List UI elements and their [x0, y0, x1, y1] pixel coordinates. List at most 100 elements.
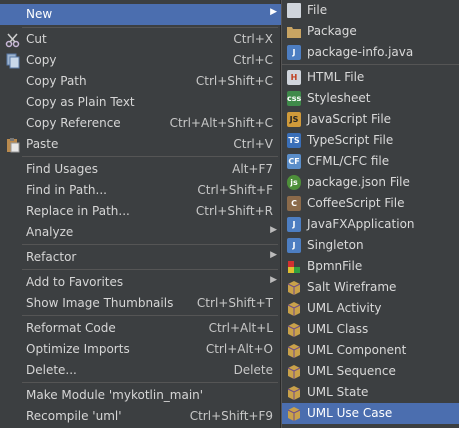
- shortcut-text: Ctrl+Alt+L: [208, 321, 273, 335]
- submenu-item-label: CFML/CFC file: [307, 154, 390, 168]
- menu-item-find-usages[interactable]: Find Usages Alt+F7: [0, 159, 281, 180]
- submenu-item-label: UML Use Case: [307, 406, 393, 420]
- menu-item-analyze[interactable]: Analyze ▶: [0, 222, 281, 243]
- menu-separator: [22, 269, 278, 270]
- menu-item-copy-plain-text[interactable]: Copy as Plain Text: [0, 92, 281, 113]
- submenu-item-package[interactable]: Package: [282, 21, 459, 42]
- submenu-item-singleton[interactable]: J Singleton: [282, 235, 459, 256]
- menu-item-label: Make Module 'mykotlin_main': [26, 388, 204, 402]
- menu-item-copy-reference[interactable]: Copy Reference Ctrl+Alt+Shift+C: [0, 113, 281, 134]
- menu-item-label: Analyze: [26, 225, 74, 239]
- submenu-item-bpmn-file[interactable]: BpmnFile: [282, 256, 459, 277]
- uml-box-icon: [287, 343, 301, 358]
- new-submenu: File Package J package-info.java H HTML …: [281, 0, 459, 428]
- submenu-item-javafx-application[interactable]: J JavaFXApplication: [282, 214, 459, 235]
- submenu-item-cfml-file[interactable]: CF CFML/CFC file: [282, 151, 459, 172]
- menu-item-refactor[interactable]: Refactor ▶: [0, 247, 281, 268]
- menu-item-label: Copy: [26, 53, 57, 67]
- menu-separator: [22, 382, 278, 383]
- typescript-file-icon: TS: [287, 133, 301, 148]
- submenu-item-label: Singleton: [307, 238, 364, 252]
- menu-item-copy-path[interactable]: Copy Path Ctrl+Shift+C: [0, 71, 281, 92]
- menu-item-make-module[interactable]: Make Module 'mykotlin_main': [0, 385, 281, 406]
- shortcut-text: Ctrl+Shift+C: [195, 74, 273, 88]
- uml-box-icon: [287, 406, 301, 421]
- menu-item-label: Paste: [26, 137, 59, 151]
- submenu-item-uml-sequence[interactable]: UML Sequence: [282, 361, 459, 382]
- submenu-item-uml-state[interactable]: UML State: [282, 382, 459, 403]
- menu-item-label: Copy Reference: [26, 116, 121, 130]
- submenu-item-label: UML Class: [307, 322, 369, 336]
- menu-item-show-image-thumbnails[interactable]: Show Image Thumbnails Ctrl+Shift+T: [0, 293, 281, 314]
- submenu-item-uml-class[interactable]: UML Class: [282, 319, 459, 340]
- menu-item-label: Copy Path: [26, 74, 87, 88]
- menu-item-find-in-path[interactable]: Find in Path... Ctrl+Shift+F: [0, 180, 281, 201]
- shortcut-text: Ctrl+Shift+F: [197, 183, 273, 197]
- menu-item-paste[interactable]: Paste Ctrl+V: [0, 134, 281, 155]
- submenu-item-uml-use-case[interactable]: UML Use Case: [282, 403, 459, 424]
- menu-item-replace-in-path[interactable]: Replace in Path... Ctrl+Shift+R: [0, 201, 281, 222]
- package-icon: [287, 24, 301, 39]
- bpmn-file-icon: [287, 259, 301, 274]
- shortcut-text: Delete: [233, 363, 273, 377]
- shortcut-text: Ctrl+Alt+O: [205, 342, 273, 356]
- submenu-item-package-json[interactable]: js package.json File: [282, 172, 459, 193]
- menu-item-optimize-imports[interactable]: Optimize Imports Ctrl+Alt+O: [0, 339, 281, 360]
- menu-item-add-to-favorites[interactable]: Add to Favorites ▶: [0, 272, 281, 293]
- submenu-item-label: package-info.java: [307, 45, 414, 59]
- menu-item-label: Show Image Thumbnails: [26, 296, 174, 310]
- shortcut-text: Ctrl+V: [233, 137, 273, 151]
- menu-separator: [282, 64, 459, 65]
- uml-box-icon: [287, 280, 301, 295]
- shortcut-text: Ctrl+Shift+R: [195, 204, 273, 218]
- menu-separator: [22, 156, 278, 157]
- submenu-item-label: HTML File: [307, 70, 365, 84]
- submenu-item-stylesheet[interactable]: css Stylesheet: [282, 88, 459, 109]
- submenu-item-label: Stylesheet: [307, 91, 371, 105]
- menu-item-label: Find in Path...: [26, 183, 107, 197]
- scissors-icon: [5, 32, 21, 48]
- menu-item-delete[interactable]: Delete... Delete: [0, 360, 281, 381]
- submenu-item-label: UML Sequence: [307, 364, 396, 378]
- menu-separator: [22, 27, 278, 28]
- submenu-item-uml-activity[interactable]: UML Activity: [282, 298, 459, 319]
- submenu-item-uml-component[interactable]: UML Component: [282, 340, 459, 361]
- submenu-item-salt-wireframe[interactable]: Salt Wireframe: [282, 277, 459, 298]
- menu-item-label: Delete...: [26, 363, 77, 377]
- menu-item-new[interactable]: New ▶: [0, 4, 281, 25]
- submenu-item-label: BpmnFile: [307, 259, 363, 273]
- menu-item-label: Replace in Path...: [26, 204, 130, 218]
- submenu-arrow-icon: ▶: [270, 275, 277, 285]
- submenu-item-html-file[interactable]: H HTML File: [282, 67, 459, 88]
- submenu-item-javascript-file[interactable]: JS JavaScript File: [282, 109, 459, 130]
- copy-icon: [5, 53, 21, 69]
- menu-item-label: Optimize Imports: [26, 342, 130, 356]
- file-icon: [287, 3, 301, 18]
- html-file-icon: H: [287, 70, 301, 85]
- uml-box-icon: [287, 385, 301, 400]
- submenu-item-label: JavaScript File: [307, 112, 392, 126]
- uml-box-icon: [287, 364, 301, 379]
- menu-item-label: Recompile 'uml': [26, 409, 122, 423]
- submenu-item-typescript-file[interactable]: TS TypeScript File: [282, 130, 459, 151]
- shortcut-text: Ctrl+Alt+Shift+C: [169, 116, 273, 130]
- javafx-file-icon: J: [287, 217, 301, 232]
- menu-item-label: Find Usages: [26, 162, 99, 176]
- menu-item-reformat-code[interactable]: Reformat Code Ctrl+Alt+L: [0, 318, 281, 339]
- menu-separator: [22, 244, 278, 245]
- submenu-item-package-info[interactable]: J package-info.java: [282, 42, 459, 63]
- submenu-item-label: File: [307, 3, 328, 17]
- submenu-item-label: JavaFXApplication: [307, 217, 415, 231]
- css-file-icon: css: [287, 91, 301, 106]
- uml-box-icon: [287, 301, 301, 316]
- menu-item-recompile[interactable]: Recompile 'uml' Ctrl+Shift+F9: [0, 406, 281, 427]
- submenu-arrow-icon: ▶: [270, 7, 277, 17]
- submenu-item-file[interactable]: File: [282, 0, 459, 21]
- menu-item-copy[interactable]: Copy Ctrl+C: [0, 50, 281, 71]
- submenu-item-coffeescript-file[interactable]: C CoffeeScript File: [282, 193, 459, 214]
- menu-item-cut[interactable]: Cut Ctrl+X: [0, 29, 281, 50]
- submenu-item-label: UML Component: [307, 343, 407, 357]
- singleton-icon: J: [287, 238, 301, 253]
- submenu-item-label: UML Activity: [307, 301, 382, 315]
- submenu-arrow-icon: ▶: [270, 225, 277, 235]
